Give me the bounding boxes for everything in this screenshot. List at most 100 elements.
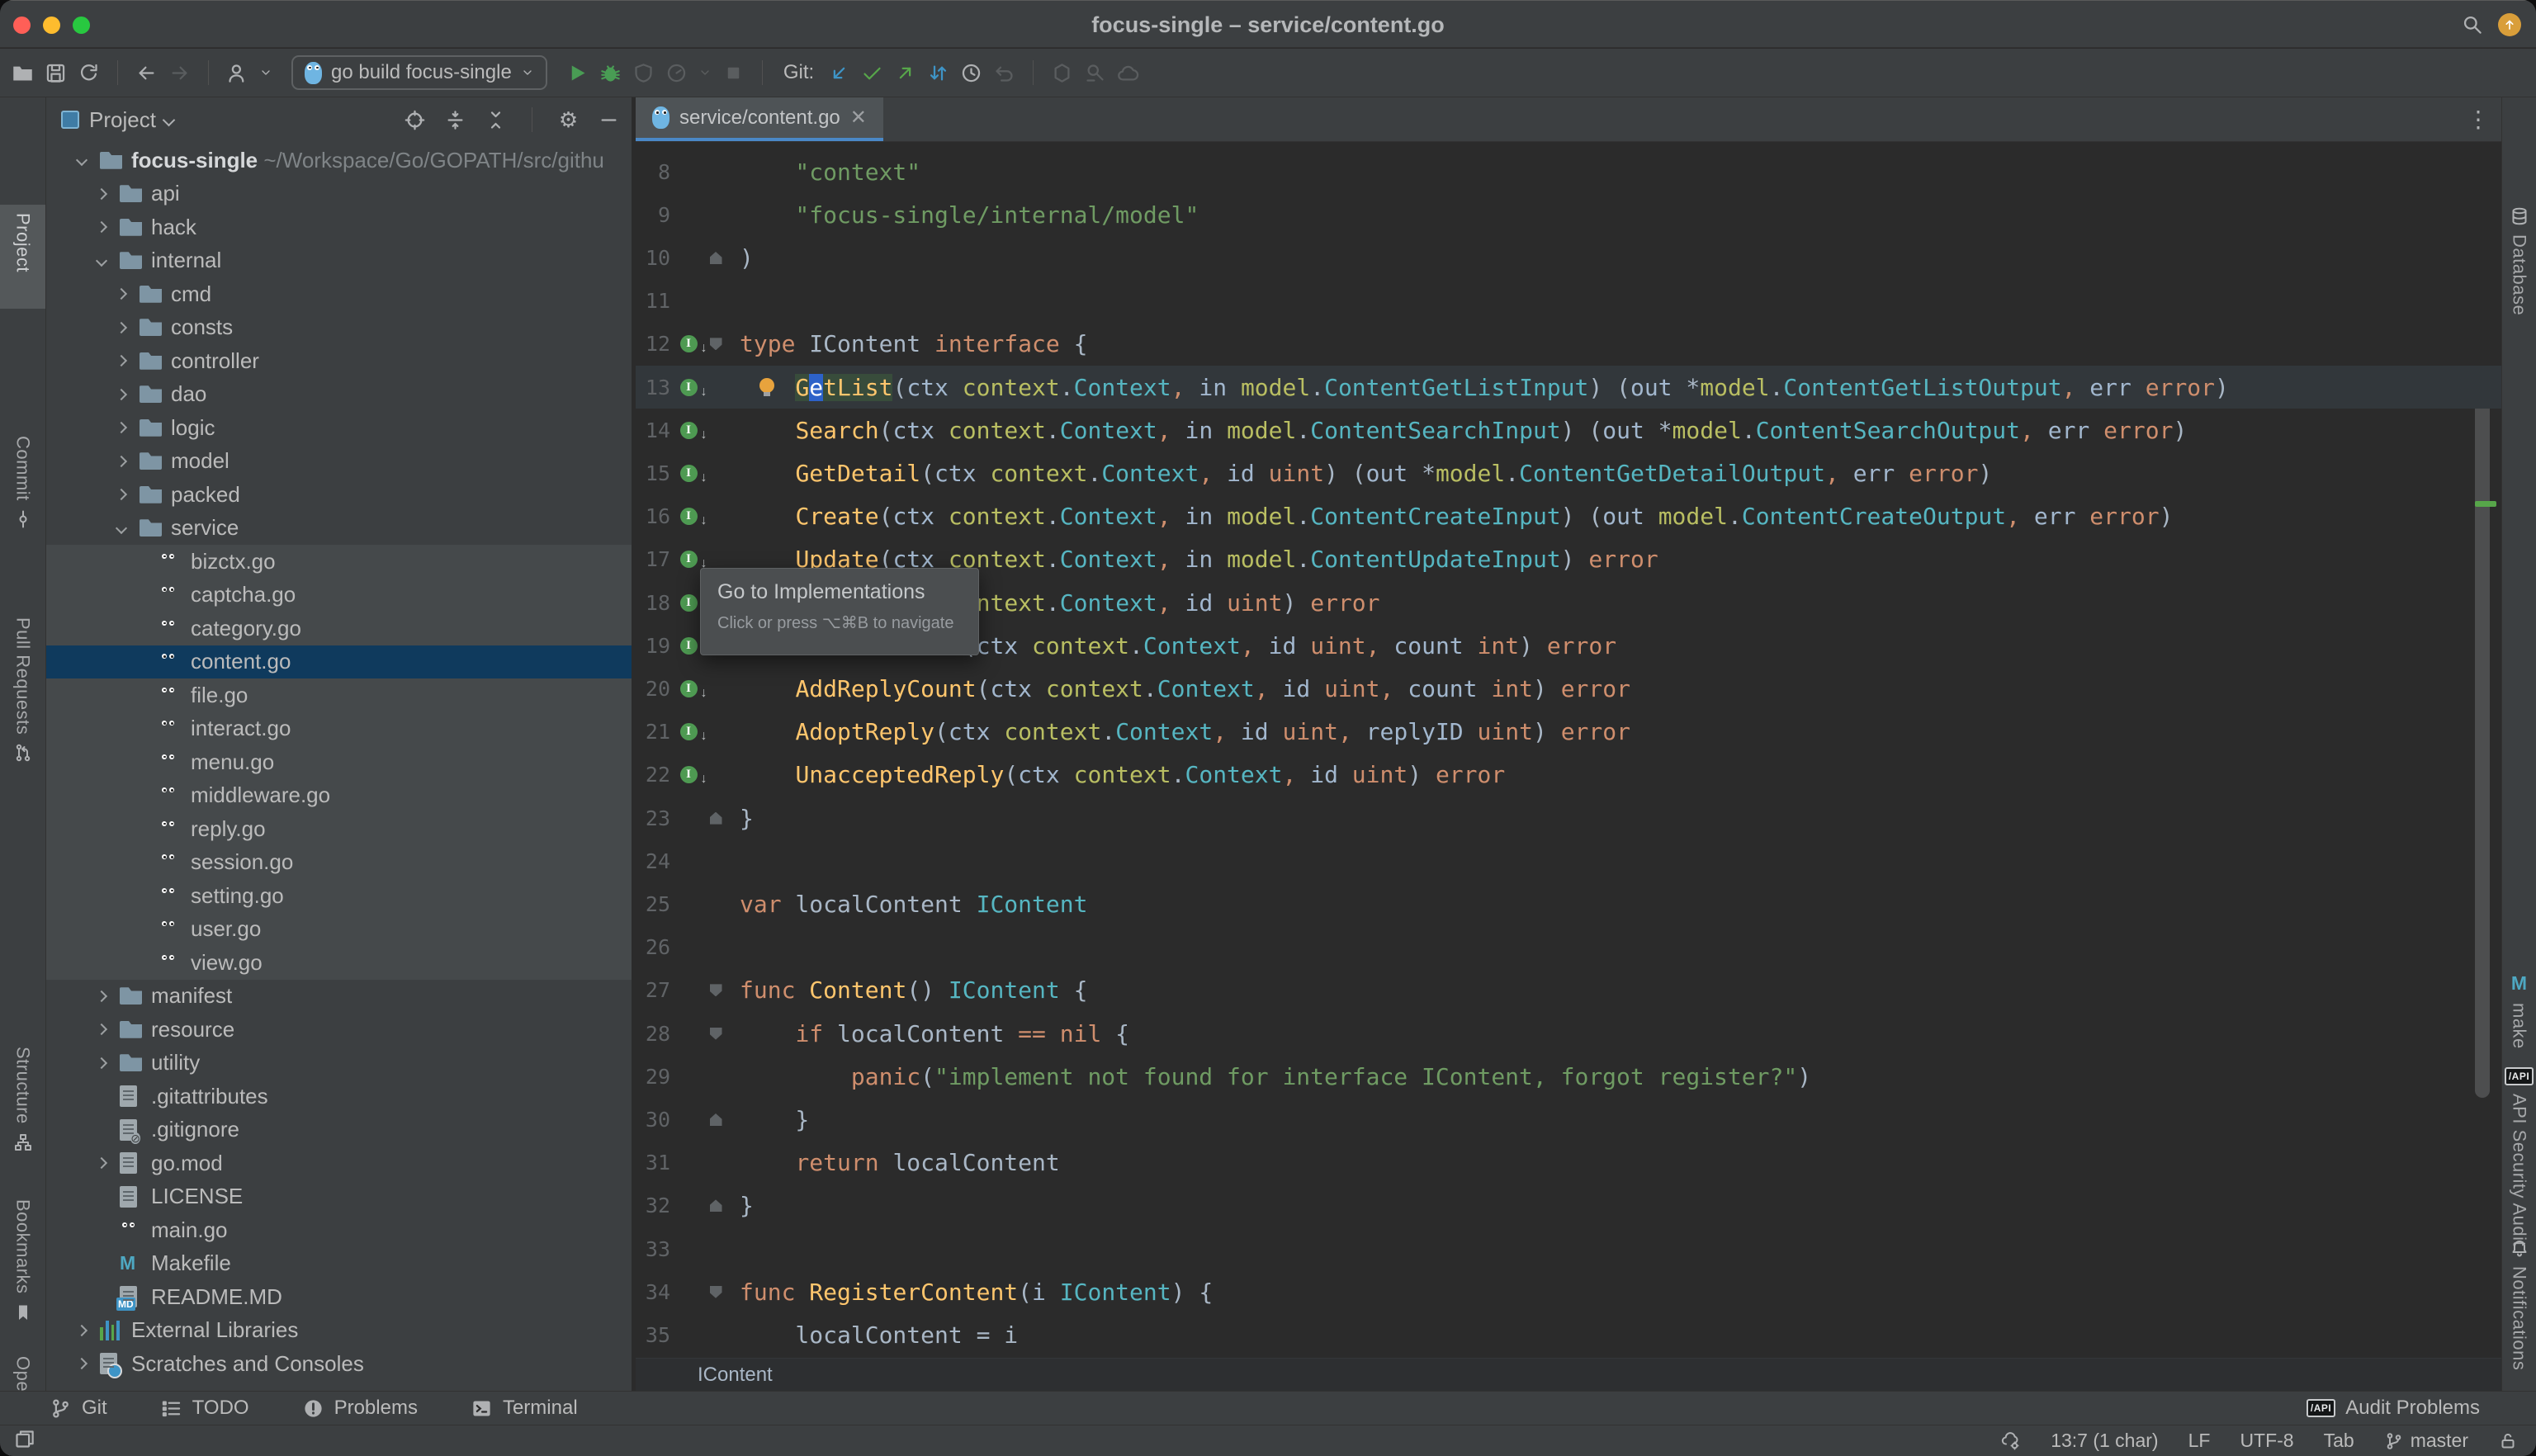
implemented-icon[interactable]: I — [680, 379, 698, 396]
tree-item-menu-go[interactable]: menu.go — [46, 745, 632, 779]
code-line-16[interactable]: 16I Create(ctx context.Context, in model… — [636, 495, 2501, 538]
arrow-right-icon[interactable] — [168, 62, 191, 84]
fold-marker-icon[interactable] — [710, 1113, 722, 1126]
tree-item-consts[interactable]: consts — [46, 311, 632, 345]
expand-all-icon[interactable] — [444, 109, 466, 131]
tree-item-manifest[interactable]: manifest — [46, 980, 632, 1014]
hexagon-icon[interactable] — [1051, 62, 1073, 84]
code-line-14[interactable]: 14I Search(ctx context.Context, in model… — [636, 409, 2501, 451]
magnifier-icon[interactable] — [2461, 13, 2483, 35]
tool-window-button-problems[interactable]: Problems — [302, 1397, 418, 1420]
profiler-icon[interactable] — [665, 62, 688, 84]
tab-service-content-go[interactable]: service/content.go ✕ — [636, 97, 883, 141]
expand-arrow-icon[interactable] — [76, 1358, 88, 1369]
tree-item-setting-go[interactable]: setting.go — [46, 879, 632, 913]
implemented-icon[interactable]: I — [680, 551, 698, 568]
expand-arrow-icon[interactable] — [96, 1057, 107, 1069]
implemented-icon[interactable]: I — [680, 723, 698, 740]
tree-item-logic[interactable]: logic — [46, 411, 632, 445]
code-line-35[interactable]: 35 localContent = i — [636, 1313, 2501, 1356]
code-line-12[interactable]: 12Itype IContent interface { — [636, 323, 2501, 366]
expand-arrow-icon[interactable] — [96, 1023, 107, 1035]
user-icon[interactable] — [226, 62, 248, 84]
status-item-master[interactable]: master — [2384, 1430, 2468, 1452]
code-line-8[interactable]: 8 "context" — [636, 150, 2501, 193]
window-layout-icon[interactable] — [13, 1428, 35, 1454]
coverage-icon[interactable] — [632, 62, 655, 84]
tree-item-focus-single[interactable]: focus-single ~/Workspace/Go/GOPATH/src/g… — [46, 144, 632, 177]
chevron-down-icon[interactable] — [163, 113, 176, 126]
tool-window-button-pull-requests[interactable]: Pull Requests — [0, 609, 45, 771]
expand-arrow-icon[interactable] — [116, 456, 127, 467]
tool-window-button-terminal[interactable]: Terminal — [471, 1397, 578, 1420]
code-line-20[interactable]: 20I AddReplyCount(ctx context.Context, i… — [636, 667, 2501, 710]
tree-item-license[interactable]: LICENSE — [46, 1180, 632, 1214]
code-line-34[interactable]: 34func RegisterContent(i IContent) { — [636, 1270, 2501, 1313]
fold-marker-icon[interactable] — [710, 1028, 722, 1040]
tree-item-bizctx-go[interactable]: bizctx.go — [46, 545, 632, 579]
tree-item-internal[interactable]: internal — [46, 244, 632, 278]
code-editor[interactable]: 8 "context"9 "focus-single/internal/mode… — [636, 142, 2501, 1358]
tree-item-hack[interactable]: hack — [46, 210, 632, 244]
expand-arrow-icon[interactable] — [96, 1157, 107, 1169]
play-icon[interactable] — [566, 62, 589, 84]
fold-marker-icon[interactable] — [710, 338, 722, 350]
tree-item-category-go[interactable]: category.go — [46, 612, 632, 645]
tree-item-middleware-go[interactable]: middleware.go — [46, 779, 632, 813]
expand-arrow-icon[interactable] — [96, 188, 107, 200]
folder-open-icon[interactable] — [12, 62, 34, 84]
tool-window-button-commit[interactable]: Commit — [0, 428, 45, 537]
tool-window-button-api-security-audit[interactable]: /APIAPI Security Audit — [2502, 1059, 2536, 1255]
git-sync-icon[interactable] — [927, 62, 949, 84]
fold-marker-icon[interactable] — [710, 1286, 722, 1298]
intention-bulb-icon[interactable] — [758, 378, 776, 396]
tree-item-controller[interactable]: controller — [46, 344, 632, 378]
fold-marker-icon[interactable] — [710, 1199, 722, 1212]
code-line-33[interactable]: 33 — [636, 1227, 2501, 1270]
git-dl-icon[interactable] — [828, 62, 850, 84]
implemented-icon[interactable]: I — [680, 680, 698, 697]
implemented-icon[interactable]: I — [680, 594, 698, 612]
tree-item-user-go[interactable]: user.go — [46, 913, 632, 947]
expand-arrow-icon[interactable] — [116, 389, 127, 400]
sync-icon[interactable] — [78, 62, 100, 84]
tree-item--gitattributes[interactable]: .gitattributes — [46, 1080, 632, 1113]
git-ur-icon[interactable] — [894, 62, 916, 84]
code-line-11[interactable]: 11 — [636, 280, 2501, 323]
tree-item-service[interactable]: service — [46, 512, 632, 546]
stop-icon[interactable] — [722, 62, 745, 84]
code-line-26[interactable]: 26 — [636, 926, 2501, 969]
expand-arrow-icon[interactable] — [96, 990, 107, 1002]
tool-window-button-structure[interactable]: Structure — [0, 1038, 45, 1161]
implemented-icon[interactable]: I — [680, 465, 698, 482]
tree-item-api[interactable]: api — [46, 177, 632, 211]
tree-item--gitignore[interactable]: .gitignore — [46, 1113, 632, 1147]
tree-item-dao[interactable]: dao — [46, 378, 632, 412]
code-line-9[interactable]: 9 "focus-single/internal/model" — [636, 193, 2501, 236]
expand-arrow-icon[interactable] — [116, 355, 127, 366]
tree-item-main-go[interactable]: main.go — [46, 1213, 632, 1247]
code-line-31[interactable]: 31 return localContent — [636, 1142, 2501, 1184]
layout-icon[interactable] — [13, 1428, 35, 1450]
target-icon[interactable] — [404, 109, 426, 131]
tool-window-button-git[interactable]: Git — [50, 1397, 107, 1420]
tree-item-cmd[interactable]: cmd — [46, 277, 632, 311]
code-line-10[interactable]: 10) — [636, 236, 2501, 279]
tool-window-button-todo[interactable]: TODO — [160, 1397, 249, 1420]
arrow-left-icon[interactable] — [135, 62, 158, 84]
tree-item-content-go[interactable]: content.go — [46, 645, 632, 679]
code-line-28[interactable]: 28 if localContent == nil { — [636, 1012, 2501, 1055]
status-item-lf[interactable]: LF — [2188, 1430, 2211, 1452]
cloud-icon[interactable] — [1117, 62, 1139, 84]
collapse-arrow-icon[interactable] — [116, 522, 127, 534]
tree-item-readme-md[interactable]: MDREADME.MD — [46, 1280, 632, 1314]
chev-down-icon[interactable] — [698, 66, 712, 79]
save-icon[interactable] — [45, 62, 67, 84]
status-item-13-7-1-char-[interactable]: 13:7 (1 char) — [2051, 1430, 2158, 1452]
tree-item-captcha-go[interactable]: captcha.go — [46, 579, 632, 612]
code-line-13[interactable]: 13I GetList(ctx context.Context, in mode… — [636, 366, 2501, 409]
searchdb-icon[interactable] — [1084, 62, 1106, 84]
tree-item-external-libraries[interactable]: External Libraries — [46, 1314, 632, 1348]
tree-item-view-go[interactable]: view.go — [46, 946, 632, 980]
tree-item-file-go[interactable]: file.go — [46, 678, 632, 712]
